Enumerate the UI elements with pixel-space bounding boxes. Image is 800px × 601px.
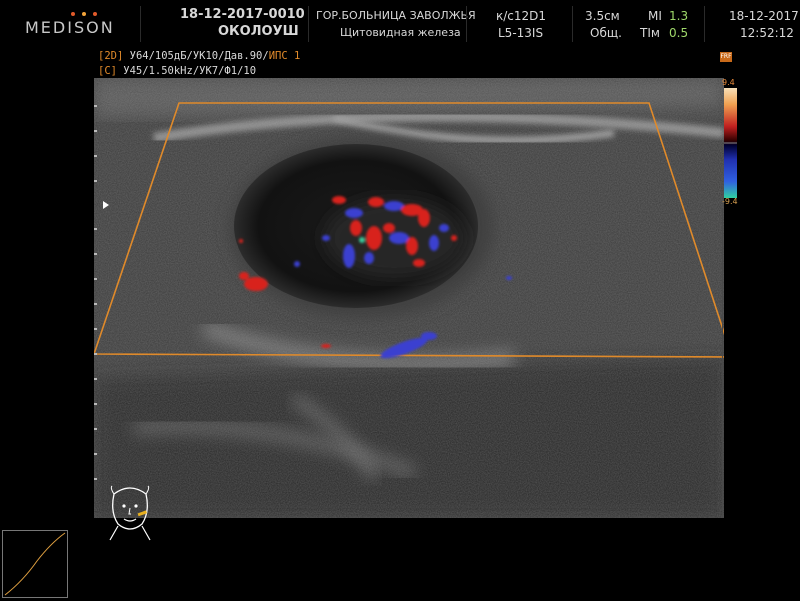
depth-tick: [94, 453, 97, 455]
tag-c: [C]: [98, 65, 117, 77]
depth-tick: [94, 328, 97, 330]
divider: [572, 6, 573, 42]
divider: [704, 6, 705, 42]
depth-tick: [94, 278, 97, 280]
tgc-curve-icon[interactable]: [2, 530, 68, 598]
depth-tick: [94, 228, 97, 230]
probe-model: L5-13IS: [498, 26, 544, 40]
depth-tick: [94, 378, 97, 380]
focus-arrow-icon[interactable]: [103, 201, 109, 209]
depth-tick: [94, 353, 97, 355]
exam-date: 18-12-2017: [729, 9, 799, 23]
general-label: Общ.: [590, 26, 622, 40]
depth-tick: [94, 253, 97, 255]
preset-name: Щитовидная железа: [340, 26, 461, 39]
mi-label: MI: [648, 9, 662, 23]
params-color: [C] У45/1.50kHz/УК7/Ф1/10: [98, 65, 256, 77]
velocity-colorbar: [724, 88, 737, 198]
tim-label: TIм: [640, 26, 660, 40]
depth-scale: [94, 85, 104, 505]
ultrasound-image: [92, 78, 734, 518]
logo-dot: [93, 12, 97, 16]
tag-2d: [2D]: [98, 50, 124, 62]
depth-value: 3.5см: [585, 9, 620, 23]
medison-logo: MEDISON: [25, 18, 115, 37]
hospital-name: ГОР.БОЛЬНИЦА ЗАВОЛЖЬЯ: [316, 9, 476, 22]
image-edge-line: [722, 208, 723, 518]
face-thyroid-icon[interactable]: [100, 484, 160, 542]
mi-value: 1.3: [669, 9, 689, 23]
header-bar: MEDISON 18-12-2017-0010 ОКОЛОУШ ГОР.БОЛЬ…: [0, 0, 800, 46]
logo-dot: [71, 12, 75, 16]
depth-tick: [94, 155, 97, 157]
study-id: 18-12-2017-0010: [180, 7, 305, 22]
params-2d: [2D] У64/105дБ/УК10/Дав.90/ИПС 1: [98, 50, 300, 62]
exam-time: 12:52:12: [740, 26, 794, 40]
logo-dot: [82, 12, 86, 16]
depth-tick: [94, 303, 97, 305]
tim-value: 0.5: [669, 26, 689, 40]
depth-tick: [94, 478, 97, 480]
params-c-text: У45/1.50kHz/УК7/Ф1/10: [116, 65, 257, 77]
depth-tick: [94, 428, 97, 430]
depth-tick: [94, 403, 97, 405]
params-2d-ips: ИПС 1: [268, 50, 301, 62]
divider: [308, 6, 309, 42]
logo-dots: [71, 12, 97, 16]
colorbar-max-label: 9.4: [722, 78, 735, 87]
mode-label: ОКОЛОУШ: [218, 24, 299, 39]
frf-badge: FRF: [720, 52, 732, 62]
probe-freq: к/с12D1: [496, 9, 547, 23]
depth-tick: [94, 180, 97, 182]
params-2d-text: У64/105дБ/УК10/Дав.90/: [123, 50, 269, 62]
depth-tick: [94, 105, 97, 107]
depth-tick: [94, 130, 97, 132]
ultrasound-scan-svg: [92, 78, 734, 518]
divider: [140, 6, 141, 42]
divider: [466, 6, 467, 42]
colorbar-min-label: -9.4: [722, 197, 738, 206]
